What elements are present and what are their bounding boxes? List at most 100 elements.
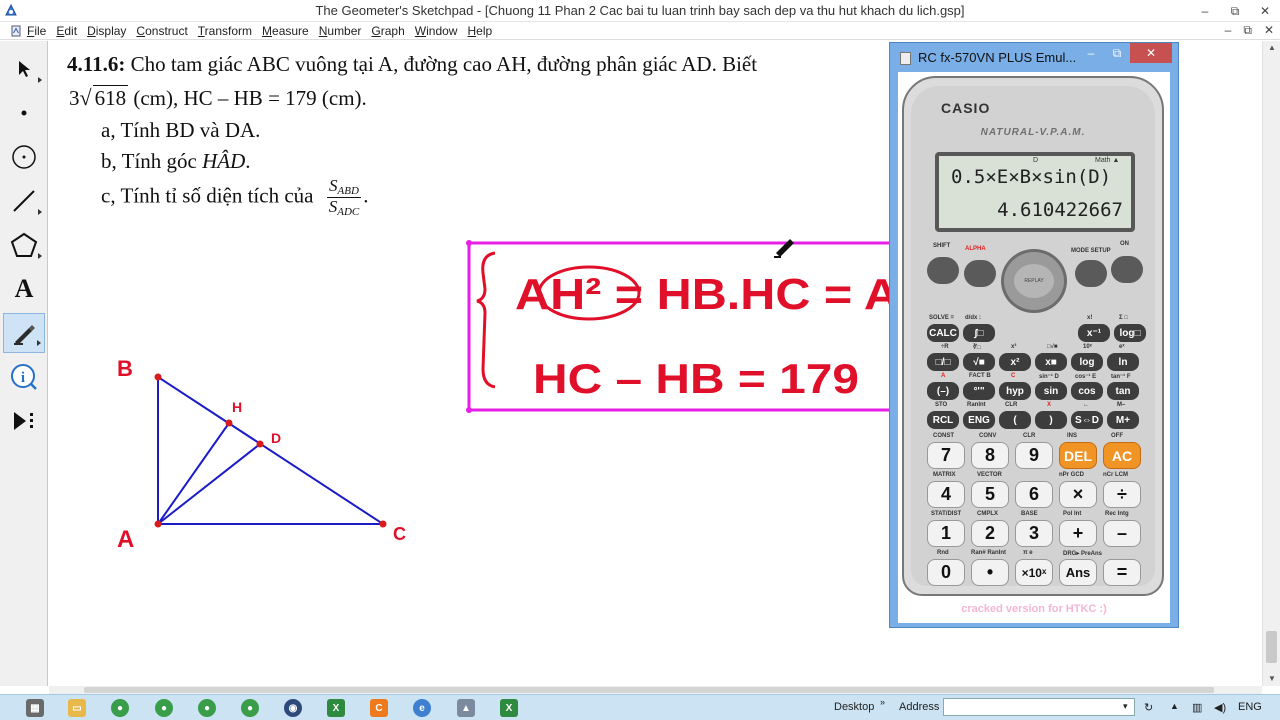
key-1[interactable]: 1	[927, 520, 965, 547]
close-button[interactable]: ✕	[1250, 0, 1280, 22]
on-key[interactable]	[1111, 256, 1143, 283]
fraction-key[interactable]: □/□	[927, 353, 959, 371]
point-c[interactable]	[379, 520, 387, 528]
inverse-key[interactable]: x⁻¹	[1078, 324, 1110, 342]
tan-key[interactable]: tan	[1107, 382, 1139, 400]
menu-measure[interactable]: Measure	[262, 24, 309, 38]
negative-key[interactable]: (–)	[927, 382, 959, 400]
triangle-figure[interactable]	[154, 373, 387, 528]
menu-display[interactable]: Display	[87, 24, 126, 38]
menu-number[interactable]: Number	[319, 24, 362, 38]
compass-tool[interactable]	[3, 137, 45, 177]
marker-tool[interactable]	[3, 313, 45, 353]
exp-key[interactable]: ×10ˣ	[1015, 559, 1053, 586]
mode-key[interactable]	[1075, 260, 1107, 287]
segment-ah[interactable]	[157, 422, 230, 525]
point-b[interactable]	[154, 373, 162, 381]
chrome-taskbar-icon[interactable]: ●	[241, 699, 259, 717]
hyp-key[interactable]: hyp	[999, 382, 1031, 400]
custom-tool[interactable]	[3, 401, 45, 441]
excel-taskbar-icon[interactable]: X	[500, 699, 518, 717]
equals-key[interactable]: =	[1103, 559, 1141, 586]
open-paren-key[interactable]: (	[999, 411, 1031, 429]
ln-key[interactable]: ln	[1107, 353, 1139, 371]
key-7[interactable]: 7	[927, 442, 965, 469]
alpha-key[interactable]	[964, 260, 996, 287]
maximize-button[interactable]: ⧉	[1220, 0, 1250, 22]
vertical-scrollbar[interactable]: ▲ ▼	[1262, 41, 1280, 686]
log-key[interactable]: log	[1071, 353, 1103, 371]
menu-edit[interactable]: Edit	[56, 24, 77, 38]
menu-graph[interactable]: Graph	[371, 24, 404, 38]
sin-key[interactable]: sin	[1035, 382, 1067, 400]
calc-close-button[interactable]: ✕	[1130, 43, 1172, 63]
explorer-taskbar-icon[interactable]: ▭	[68, 699, 86, 717]
straightedge-tool[interactable]	[3, 181, 45, 221]
doc-close-button[interactable]: ✕	[1264, 23, 1274, 38]
menu-file[interactable]: File	[27, 24, 46, 38]
logbase-key[interactable]: log□	[1114, 324, 1146, 342]
menu-transform[interactable]: Transform	[198, 24, 252, 38]
vertical-scroll-thumb[interactable]	[1266, 631, 1277, 663]
key-3[interactable]: 3	[1015, 520, 1053, 547]
shift-key[interactable]	[927, 257, 959, 284]
network-icon[interactable]: ▥	[1192, 701, 1202, 714]
calculator-title-bar[interactable]: RC fx-570VN PLUS Emul... – ⧉ ✕	[890, 43, 1178, 71]
scroll-up-icon[interactable]: ▲	[1263, 41, 1280, 55]
eng-key[interactable]: ENG	[963, 411, 995, 429]
document-icon[interactable]	[10, 25, 22, 37]
address-input[interactable]	[943, 698, 1135, 716]
replay-pad[interactable]: REPLAY	[1001, 249, 1067, 313]
square-key[interactable]: x²	[999, 353, 1031, 371]
information-tool[interactable]: i	[3, 357, 45, 397]
segment-ad[interactable]	[157, 443, 261, 525]
power-key[interactable]: x■	[1035, 353, 1067, 371]
calc-key[interactable]: CALC	[927, 324, 959, 342]
chrome-taskbar-icon[interactable]: ●	[111, 699, 129, 717]
address-dropdown-icon[interactable]: ▾	[1123, 701, 1128, 712]
rcl-key[interactable]: RCL	[927, 411, 959, 429]
menu-window[interactable]: Window	[415, 24, 458, 38]
tray-chevron-icon[interactable]: ▲	[1170, 701, 1179, 711]
ans-key[interactable]: Ans	[1059, 559, 1097, 586]
point-d[interactable]	[256, 440, 264, 448]
multiply-key[interactable]: ×	[1059, 481, 1097, 508]
start-icon[interactable]: ▦	[26, 699, 44, 717]
del-key[interactable]: DEL	[1059, 442, 1097, 469]
key-0[interactable]: 0	[927, 559, 965, 586]
coccoc-taskbar-icon[interactable]: C	[370, 699, 388, 717]
arrow-tool[interactable]	[3, 49, 45, 89]
calculator-window[interactable]: RC fx-570VN PLUS Emul... – ⧉ ✕ CASIO NAT…	[889, 42, 1179, 628]
key-6[interactable]: 6	[1015, 481, 1053, 508]
excel-taskbar-icon[interactable]: X	[327, 699, 345, 717]
key-4[interactable]: 4	[927, 481, 965, 508]
chrome-taskbar-icon[interactable]: ●	[198, 699, 216, 717]
degree-key[interactable]: °'"	[963, 382, 995, 400]
polygon-tool[interactable]	[3, 225, 45, 265]
chrome-taskbar-icon[interactable]: ●	[155, 699, 173, 717]
point-a[interactable]	[154, 520, 162, 528]
media-player-taskbar-icon[interactable]: ◉	[284, 699, 302, 717]
text-tool[interactable]: A	[3, 269, 45, 309]
desktop-toolbar-label[interactable]: Desktop	[834, 701, 874, 713]
key-2[interactable]: 2	[971, 520, 1009, 547]
point-tool[interactable]	[3, 93, 45, 133]
calc-maximize-button[interactable]: ⧉	[1104, 43, 1130, 63]
ac-key[interactable]: AC	[1103, 442, 1141, 469]
horizontal-scrollbar[interactable]	[49, 686, 1262, 694]
integral-key[interactable]: ∫□	[963, 324, 995, 342]
key-9[interactable]: 9	[1015, 442, 1053, 469]
toolbar-chevron-icon[interactable]: »	[880, 697, 885, 707]
menu-construct[interactable]: Construct	[136, 24, 187, 38]
minus-key[interactable]: –	[1103, 520, 1141, 547]
cos-key[interactable]: cos	[1071, 382, 1103, 400]
minimize-button[interactable]: –	[1190, 0, 1220, 22]
divide-key[interactable]: ÷	[1103, 481, 1141, 508]
menu-help[interactable]: Help	[467, 24, 492, 38]
key-8[interactable]: 8	[971, 442, 1009, 469]
doc-restore-button[interactable]: ⧉	[1243, 23, 1252, 38]
point-h[interactable]	[225, 419, 233, 427]
volume-icon[interactable]: ◀)	[1214, 701, 1226, 714]
close-paren-key[interactable]: )	[1035, 411, 1067, 429]
refresh-icon[interactable]: ↻	[1144, 701, 1153, 714]
